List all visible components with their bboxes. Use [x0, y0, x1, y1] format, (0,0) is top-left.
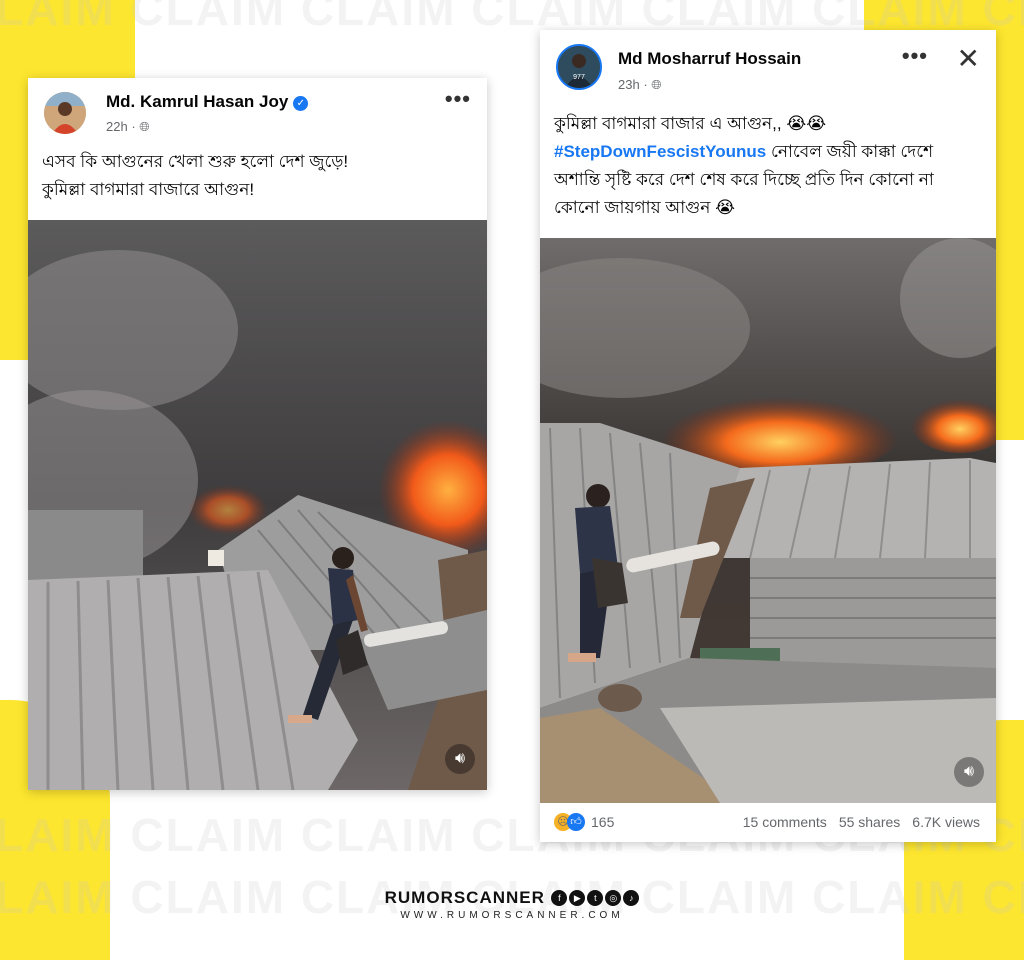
- post-text-body: #StepDownFescistYounus নোবেল জয়ী কাক্কা…: [554, 138, 982, 222]
- post-text: এসব কি আগুনের খেলা শুরু হলো দেশ জুড়ে! ক…: [28, 148, 487, 204]
- tiktok-icon[interactable]: ♪: [623, 890, 640, 906]
- svg-text:977: 977: [573, 74, 585, 81]
- post-text-line: কুমিল্লা বাগমারা বাজার এ আগুন,, 😭😭: [554, 114, 827, 133]
- brand-url: WWW.RUMORSCANNER.COM: [400, 910, 624, 921]
- reaction-count: 165: [591, 814, 615, 831]
- post-text-line: কুমিল্লা বাগমারা বাজারে আগুন!: [42, 180, 255, 199]
- post-meta: 23h · 🌐︎: [618, 77, 662, 92]
- volume-icon[interactable]: 🔊︎: [954, 757, 984, 787]
- shares-count[interactable]: 55 shares: [839, 814, 900, 830]
- post-video[interactable]: 🔊︎: [540, 238, 996, 803]
- instagram-icon[interactable]: ◎: [605, 890, 622, 906]
- brand-name: RUMORSCANNER: [384, 888, 545, 907]
- facebook-post-right: 977 Md Mosharruf Hossain 23h · 🌐︎ ••• ✕ …: [540, 30, 996, 842]
- volume-icon[interactable]: 🔊︎: [445, 744, 475, 774]
- verified-badge-icon: ✓: [293, 96, 309, 111]
- rumorscanner-brand: RUMORSCANNER f ▶ t ◎ ♪ WWW.RUMORSCANNER.COM: [0, 888, 1024, 921]
- avatar[interactable]: [44, 92, 86, 134]
- post-meta: 22h · 🌐︎: [106, 119, 150, 134]
- youtube-icon[interactable]: ▶: [569, 890, 586, 906]
- post-header: 977 Md Mosharruf Hossain 23h · 🌐︎ ••• ✕: [540, 30, 996, 92]
- post-text-line: এসব কি আগুনের খেলা শুরু হলো দেশ জুড়ে!: [42, 152, 349, 171]
- avatar[interactable]: 977: [556, 44, 602, 90]
- like-reaction-icon: 👍︎: [567, 813, 585, 832]
- author-name[interactable]: Md. Kamrul Hasan Joy ✓: [106, 92, 309, 112]
- close-icon[interactable]: ✕: [957, 42, 980, 75]
- social-icons: f ▶ t ◎ ♪: [549, 888, 640, 906]
- author-name[interactable]: Md Mosharruf Hossain: [618, 49, 801, 69]
- hashtag-link[interactable]: #StepDownFescistYounus: [554, 142, 766, 161]
- post-header: Md. Kamrul Hasan Joy ✓ 22h · 🌐︎ •••: [28, 78, 487, 138]
- fire-scene-image: [540, 238, 996, 803]
- facebook-post-left: Md. Kamrul Hasan Joy ✓ 22h · 🌐︎ ••• এসব ক…: [28, 78, 487, 790]
- comments-count[interactable]: 15 comments: [743, 814, 827, 830]
- post-video[interactable]: 🔊︎: [28, 220, 487, 790]
- views-count: 6.7K views: [912, 814, 980, 830]
- post-stats: 15 comments 55 shares 6.7K views: [731, 814, 980, 830]
- fire-scene-image: [28, 220, 487, 790]
- post-time[interactable]: 22h: [106, 119, 128, 134]
- globe-icon: 🌐︎: [651, 77, 662, 92]
- post-time[interactable]: 23h: [618, 77, 640, 92]
- post-engagement-bar: ☹︎ 👍︎ 165 15 comments 55 shares 6.7K views: [540, 803, 996, 842]
- facebook-icon[interactable]: f: [551, 890, 568, 906]
- reactions-summary[interactable]: ☹︎ 👍︎ 165: [554, 813, 615, 832]
- post-text: কুমিল্লা বাগমারা বাজার এ আগুন,, 😭😭 #Step…: [540, 110, 996, 222]
- globe-icon: 🌐︎: [139, 119, 150, 134]
- twitter-icon[interactable]: t: [587, 890, 604, 906]
- more-options-icon[interactable]: •••: [902, 43, 928, 69]
- more-options-icon[interactable]: •••: [445, 86, 471, 112]
